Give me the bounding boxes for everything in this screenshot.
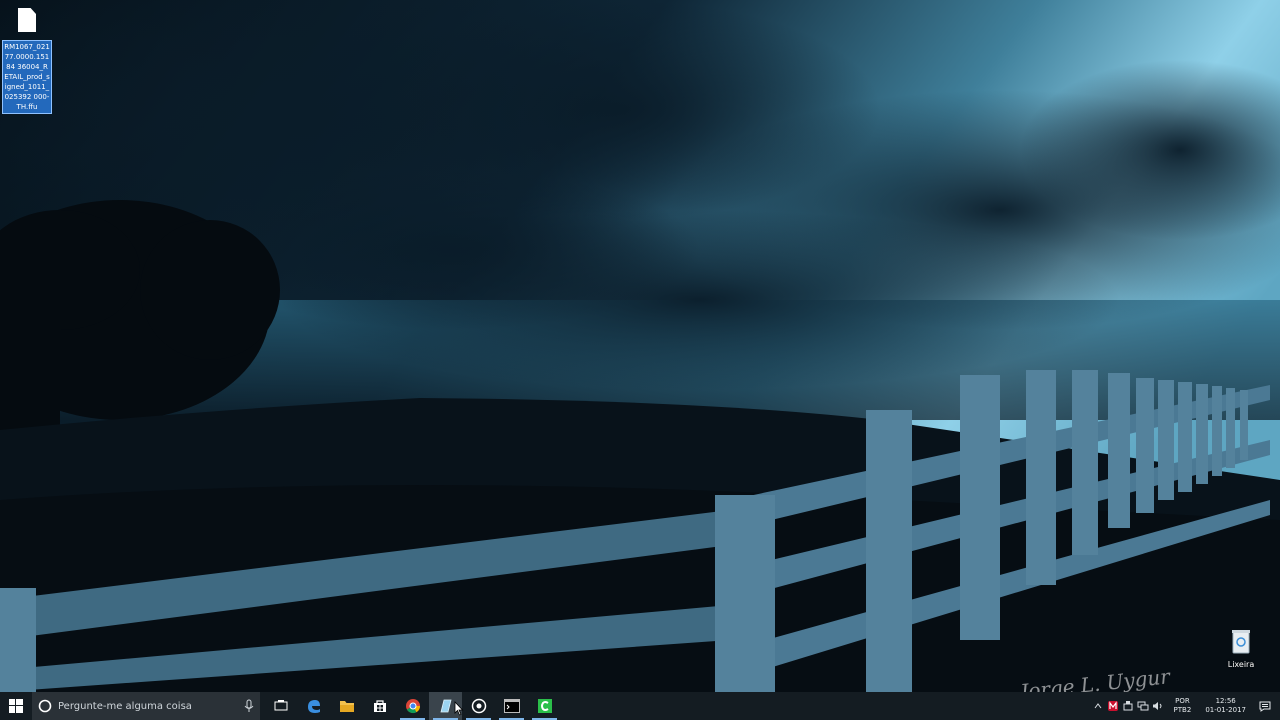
- clock-time: 12:56: [1215, 697, 1236, 705]
- recycle-bin-label: Lixeira: [1227, 660, 1255, 669]
- settings-circle-icon: [471, 698, 486, 714]
- recycle-bin[interactable]: Lixeira: [1220, 628, 1262, 669]
- file-explorer-icon: [339, 701, 354, 712]
- system-tray: POR PTB2 12:56 01-01-2017: [1091, 692, 1280, 720]
- antivirus-tray-icon[interactable]: [1106, 692, 1121, 720]
- desktop: RM1067_02177.0000.15184 36004_RETAIL_pro…: [0, 0, 1280, 720]
- usb-device-icon[interactable]: [1121, 692, 1136, 720]
- language-code: POR: [1175, 697, 1190, 705]
- cortana-search-box[interactable]: Pergunte-me alguma coisa: [32, 692, 260, 720]
- document-icon: [18, 8, 36, 32]
- show-hidden-icons-icon[interactable]: [1091, 692, 1106, 720]
- microphone-icon[interactable]: [244, 699, 254, 713]
- chrome-button[interactable]: [396, 692, 429, 720]
- search-placeholder: Pergunte-me alguma coisa: [58, 700, 192, 712]
- desktop-file-label: RM1067_02177.0000.15184 36004_RETAIL_pro…: [2, 40, 52, 114]
- clock-date: 01-01-2017: [1205, 706, 1246, 714]
- start-button[interactable]: [0, 692, 32, 720]
- mouse-cursor-icon: [454, 701, 464, 716]
- file-explorer-button[interactable]: [330, 692, 363, 720]
- chrome-icon: [405, 699, 420, 714]
- keyboard-layout: PTB2: [1173, 706, 1192, 714]
- flash-tool-icon: [439, 699, 452, 713]
- desktop-file-icon[interactable]: RM1067_02177.0000.15184 36004_RETAIL_pro…: [0, 4, 54, 114]
- action-center-button[interactable]: [1254, 692, 1276, 720]
- store-icon: [373, 700, 386, 712]
- edge-button[interactable]: [297, 692, 330, 720]
- command-prompt-icon: [503, 699, 520, 713]
- task-view-icon: [274, 700, 287, 711]
- command-prompt-button[interactable]: [495, 692, 528, 720]
- clock[interactable]: 12:56 01-01-2017: [1205, 697, 1246, 715]
- settings-circle-button[interactable]: [462, 692, 495, 720]
- store-button[interactable]: [363, 692, 396, 720]
- input-language-indicator[interactable]: POR PTB2: [1174, 697, 1192, 715]
- task-view-button[interactable]: [264, 692, 297, 720]
- wallpaper: [0, 0, 1280, 692]
- cortana-circle-icon: [38, 699, 52, 713]
- green-app-icon: [537, 699, 552, 713]
- notification-icon: [1259, 701, 1271, 712]
- green-app-button[interactable]: [528, 692, 561, 720]
- edge-icon: [307, 700, 320, 713]
- network-icon[interactable]: [1136, 692, 1151, 720]
- taskbar: Pergunte-me alguma coisa POR PTB2 12:56 …: [0, 692, 1280, 720]
- volume-icon[interactable]: [1151, 692, 1166, 720]
- windows-logo-icon: [9, 699, 23, 713]
- recycle-bin-icon: [1232, 630, 1250, 654]
